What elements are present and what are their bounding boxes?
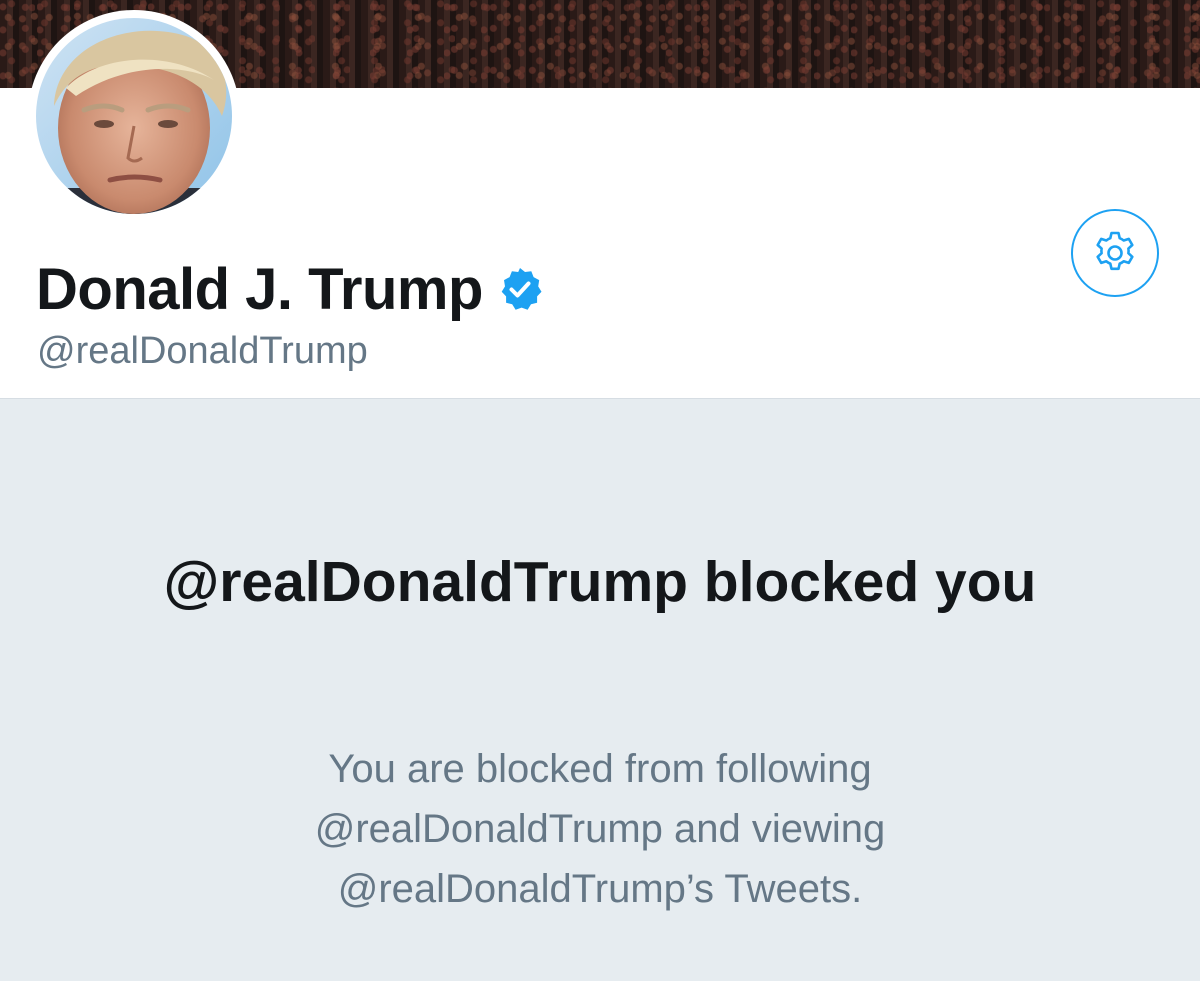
verified-badge-icon	[501, 268, 542, 310]
avatar-photo	[36, 18, 232, 214]
blocked-description: You are blocked from following @realDona…	[314, 747, 886, 911]
avatar[interactable]	[28, 10, 240, 222]
gear-icon	[1096, 231, 1134, 271]
display-name-row: Donald J. Trump	[36, 254, 543, 324]
blocked-notice: @realDonaldTrump blocked you You are blo…	[0, 398, 1200, 981]
blocked-title: @realDonaldTrump blocked you	[163, 550, 1037, 614]
display-name: Donald J. Trump	[36, 256, 483, 322]
settings-button[interactable]	[1071, 209, 1159, 297]
profile-handle: @realDonaldTrump	[37, 330, 368, 372]
profile-page: Donald J. Trump @realDonaldTrump @realDo…	[0, 0, 1200, 981]
